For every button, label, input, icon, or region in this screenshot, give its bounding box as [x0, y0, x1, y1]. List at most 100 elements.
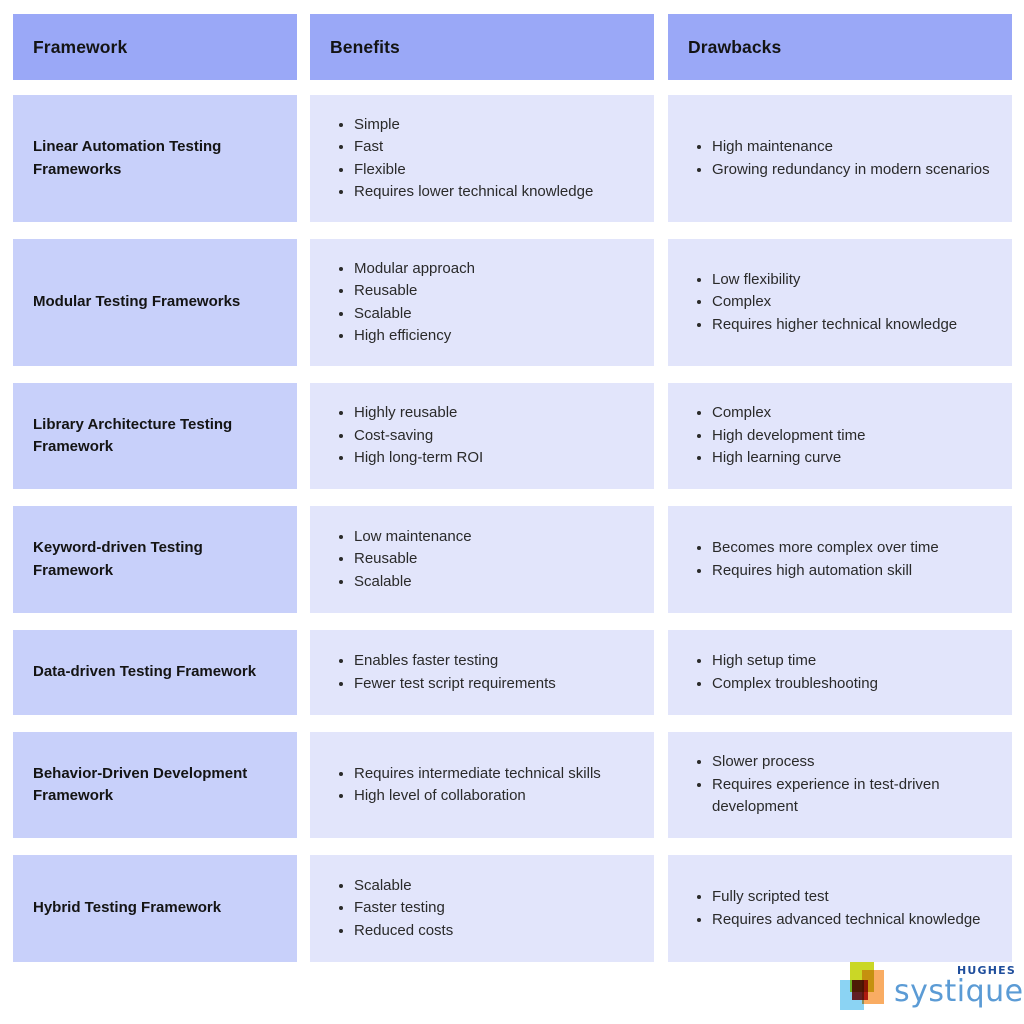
- list-item: High learning curve: [712, 447, 992, 470]
- list-item: Enables faster testing: [354, 650, 634, 673]
- list-item: Low maintenance: [354, 526, 634, 549]
- drawbacks-list: High setup time Complex troubleshooting: [690, 650, 992, 695]
- logo-mark-icon: [838, 962, 890, 1016]
- list-item: Requires high automation skill: [712, 560, 992, 583]
- list-item: Reduced costs: [354, 920, 634, 943]
- list-item: Highly reusable: [354, 402, 634, 425]
- list-item: High long-term ROI: [354, 447, 634, 470]
- drawbacks-cell: Complex High development time High learn…: [668, 383, 1012, 489]
- table-row: Modular Testing Frameworks Modular appro…: [13, 239, 1012, 366]
- list-item: High efficiency: [354, 325, 634, 348]
- list-item: Fewer test script requirements: [354, 673, 634, 696]
- drawbacks-list: Becomes more complex over time Requires …: [690, 537, 992, 582]
- drawbacks-list: High maintenance Growing redundancy in m…: [690, 136, 992, 181]
- framework-name: Behavior-Driven Development Framework: [33, 764, 248, 805]
- benefits-cell: Enables faster testing Fewer test script…: [310, 630, 654, 715]
- list-item: Requires experience in test-driven devel…: [712, 774, 992, 819]
- benefits-cell: Requires intermediate technical skills H…: [310, 732, 654, 838]
- list-item: Simple: [354, 114, 634, 137]
- framework-name-cell: Keyword-driven Testing Framework: [13, 506, 297, 613]
- table-row: Library Architecture Testing Framework H…: [13, 383, 1012, 489]
- table-row: Linear Automation Testing Frameworks Sim…: [13, 95, 1012, 222]
- table-header-row: Framework Benefits Drawbacks: [13, 14, 1012, 80]
- framework-name: Data-driven Testing Framework: [33, 663, 257, 681]
- framework-name-cell: Data-driven Testing Framework: [13, 630, 297, 715]
- benefits-cell: Scalable Faster testing Reduced costs: [310, 855, 654, 962]
- list-item: Faster testing: [354, 897, 634, 920]
- list-item: Low flexibility: [712, 269, 992, 292]
- list-item: Requires advanced technical knowledge: [712, 909, 992, 932]
- column-header-framework-label: Framework: [33, 36, 128, 57]
- list-item: Reusable: [354, 548, 634, 571]
- list-item: Growing redundancy in modern scenarios: [712, 159, 992, 182]
- hughes-systique-logo: HUGHES systique: [838, 960, 1023, 1018]
- framework-name: Keyword-driven Testing Framework: [33, 539, 203, 579]
- drawbacks-cell: Low flexibility Complex Requires higher …: [668, 239, 1012, 366]
- list-item: Complex: [712, 402, 992, 425]
- list-item: Complex troubleshooting: [712, 673, 992, 696]
- logo-systique-text: systique: [894, 974, 1024, 1009]
- column-header-drawbacks-label: Drawbacks: [688, 36, 782, 57]
- column-header-framework: Framework: [13, 14, 297, 80]
- benefits-list: Enables faster testing Fewer test script…: [332, 650, 634, 695]
- table-row: Behavior-Driven Development Framework Re…: [13, 732, 1012, 838]
- drawbacks-list: Fully scripted test Requires advanced te…: [690, 886, 992, 931]
- framework-name: Library Architecture Testing Framework: [33, 415, 233, 456]
- drawbacks-cell: Becomes more complex over time Requires …: [668, 506, 1012, 613]
- table-row: Keyword-driven Testing Framework Low mai…: [13, 506, 1012, 613]
- list-item: Slower process: [712, 751, 992, 774]
- benefits-cell: Low maintenance Reusable Scalable: [310, 506, 654, 613]
- list-item: Fully scripted test: [712, 886, 992, 909]
- list-item: Requires lower technical knowledge: [354, 181, 634, 204]
- list-item: Requires higher technical knowledge: [712, 314, 992, 337]
- benefits-list: Modular approach Reusable Scalable High …: [332, 258, 634, 348]
- drawbacks-list: Complex High development time High learn…: [690, 402, 992, 470]
- table-row: Hybrid Testing Framework Scalable Faster…: [13, 855, 1012, 962]
- list-item: Modular approach: [354, 258, 634, 281]
- benefits-list: Requires intermediate technical skills H…: [332, 763, 634, 808]
- drawbacks-cell: Slower process Requires experience in te…: [668, 732, 1012, 838]
- list-item: Scalable: [354, 571, 634, 594]
- framework-name: Linear Automation Testing Frameworks: [33, 138, 222, 178]
- list-item: Fast: [354, 136, 634, 159]
- list-item: Reusable: [354, 280, 634, 303]
- list-item: High setup time: [712, 650, 992, 673]
- benefits-list: Simple Fast Flexible Requires lower tech…: [332, 114, 634, 204]
- column-header-benefits: Benefits: [310, 14, 654, 80]
- logo-wordmark: HUGHES systique: [894, 960, 1023, 1016]
- framework-name-cell: Behavior-Driven Development Framework: [13, 732, 297, 838]
- benefits-list: Low maintenance Reusable Scalable: [332, 526, 634, 594]
- column-header-drawbacks: Drawbacks: [668, 14, 1012, 80]
- framework-name: Modular Testing Frameworks: [33, 293, 241, 311]
- framework-comparison-table: Framework Benefits Drawbacks Linear Auto…: [13, 14, 1012, 962]
- benefits-cell: Modular approach Reusable Scalable High …: [310, 239, 654, 366]
- list-item: Becomes more complex over time: [712, 537, 992, 560]
- logo-square-red-icon: [852, 980, 868, 1000]
- column-header-benefits-label: Benefits: [330, 36, 400, 57]
- framework-name-cell: Hybrid Testing Framework: [13, 855, 297, 962]
- framework-name-cell: Library Architecture Testing Framework: [13, 383, 297, 489]
- list-item: High level of collaboration: [354, 785, 634, 808]
- drawbacks-cell: Fully scripted test Requires advanced te…: [668, 855, 1012, 962]
- list-item: High development time: [712, 425, 992, 448]
- benefits-cell: Simple Fast Flexible Requires lower tech…: [310, 95, 654, 222]
- drawbacks-list: Slower process Requires experience in te…: [690, 751, 992, 819]
- list-item: Scalable: [354, 303, 634, 326]
- list-item: Complex: [712, 291, 992, 314]
- list-item: Scalable: [354, 875, 634, 898]
- drawbacks-list: Low flexibility Complex Requires higher …: [690, 269, 992, 337]
- table-row: Data-driven Testing Framework Enables fa…: [13, 630, 1012, 715]
- benefits-list: Highly reusable Cost-saving High long-te…: [332, 402, 634, 470]
- framework-name-cell: Modular Testing Frameworks: [13, 239, 297, 366]
- benefits-cell: Highly reusable Cost-saving High long-te…: [310, 383, 654, 489]
- list-item: High maintenance: [712, 136, 992, 159]
- framework-name-cell: Linear Automation Testing Frameworks: [13, 95, 297, 222]
- framework-name: Hybrid Testing Framework: [33, 899, 222, 917]
- list-item: Cost-saving: [354, 425, 634, 448]
- page-canvas: Framework Benefits Drawbacks Linear Auto…: [0, 0, 1024, 1024]
- list-item: Requires intermediate technical skills: [354, 763, 634, 786]
- drawbacks-cell: High maintenance Growing redundancy in m…: [668, 95, 1012, 222]
- benefits-list: Scalable Faster testing Reduced costs: [332, 875, 634, 943]
- list-item: Flexible: [354, 159, 634, 182]
- drawbacks-cell: High setup time Complex troubleshooting: [668, 630, 1012, 715]
